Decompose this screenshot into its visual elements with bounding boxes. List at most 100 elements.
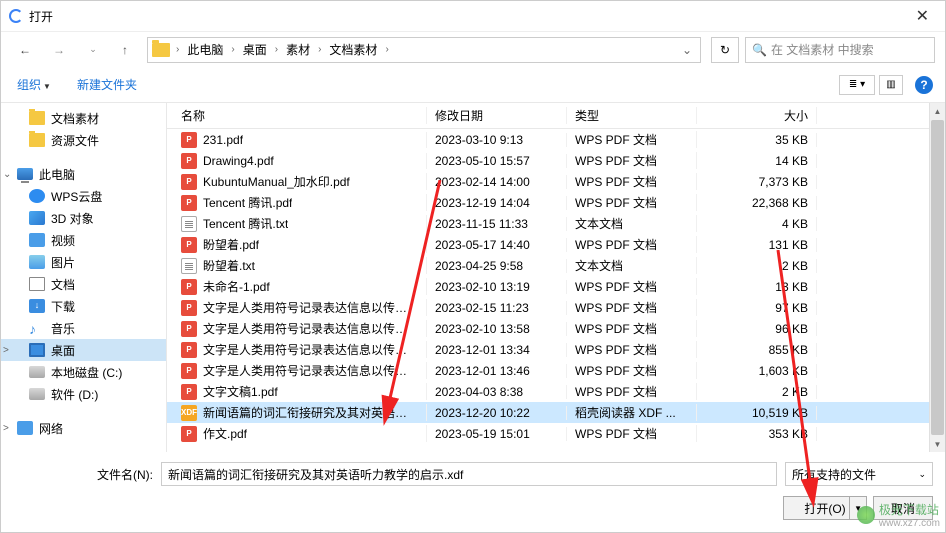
sidebar-item[interactable]: 文档 <box>1 273 166 295</box>
net-icon <box>17 421 33 435</box>
file-row[interactable]: P文字是人类用符号记录表达信息以传之久...2023-02-15 11:23WP… <box>167 297 929 318</box>
file-row[interactable]: P文字是人类用符号记录表达信息以传之久...2023-12-01 13:46WP… <box>167 360 929 381</box>
scroll-down-button[interactable]: ▼ <box>930 436 945 452</box>
file-row[interactable]: P231.pdf2023-03-10 9:13WPS PDF 文档35 KB <box>167 129 929 150</box>
sidebar-item[interactable]: 文档素材 <box>1 107 166 129</box>
search-icon: 🔍 <box>752 43 767 57</box>
file-row[interactable]: P文字是人类用符号记录表达信息以传之久...2023-02-10 13:58WP… <box>167 318 929 339</box>
file-row[interactable]: XDF 新闻语篇的词汇衔接研究及其对英语听力... 2023-12-20 10:22… <box>167 402 929 423</box>
file-type-filter[interactable]: 所有支持的文件⌄ <box>785 462 933 486</box>
nav-up-button[interactable]: ↑ <box>113 38 137 62</box>
txt-file-icon <box>181 258 197 274</box>
file-size: 22,368 KB <box>697 196 817 210</box>
refresh-button[interactable]: ↻ <box>711 37 739 63</box>
file-name: 新闻语篇的词汇衔接研究及其对英语听力... <box>203 404 418 421</box>
expand-icon[interactable]: > <box>3 423 9 434</box>
scroll-thumb[interactable] <box>931 120 944 435</box>
sidebar-item[interactable]: 资源文件 <box>1 129 166 151</box>
sidebar-item[interactable]: 软件 (D:) <box>1 383 166 405</box>
sidebar-item[interactable]: 图片 <box>1 251 166 273</box>
sidebar-item[interactable]: 本地磁盘 (C:) <box>1 361 166 383</box>
file-name: KubuntuManual_加水印.pdf <box>203 173 350 190</box>
sidebar-item[interactable]: 下载 <box>1 295 166 317</box>
expand-icon[interactable]: ⌄ <box>3 169 11 180</box>
sidebar-item[interactable]: WPS云盘 <box>1 185 166 207</box>
file-row[interactable]: 盼望着.txt2023-04-25 9:58文本文档2 KB <box>167 255 929 276</box>
breadcrumb-dropdown[interactable]: ⌄ <box>678 39 696 61</box>
scrollbar[interactable]: ▲ ▼ <box>929 103 945 452</box>
file-size: 353 KB <box>697 427 817 441</box>
file-type: 文本文档 <box>567 215 697 232</box>
file-row[interactable]: P文字文稿1.pdf2023-04-03 8:38WPS PDF 文档2 KB <box>167 381 929 402</box>
filename-input[interactable] <box>161 462 777 486</box>
file-type: WPS PDF 文档 <box>567 236 697 253</box>
disk-icon <box>29 388 45 400</box>
help-button[interactable]: ? <box>915 76 933 94</box>
nav-forward-button[interactable]: → <box>45 38 73 62</box>
view-mode-button[interactable]: ≣ ▾ <box>839 75 875 95</box>
txt-file-icon <box>181 216 197 232</box>
sidebar-item[interactable]: 3D 对象 <box>1 207 166 229</box>
file-type: WPS PDF 文档 <box>567 152 697 169</box>
pdf-file-icon: P <box>181 300 197 316</box>
sidebar-item-label: 桌面 <box>51 342 75 359</box>
sidebar-item[interactable]: ⌄此电脑 <box>1 163 166 185</box>
file-size: 131 KB <box>697 238 817 252</box>
file-date: 2023-12-20 10:22 <box>427 406 567 420</box>
column-header-size[interactable]: 大小 <box>697 107 817 124</box>
breadcrumb[interactable]: › 此电脑 › 桌面 › 素材 › 文档素材 › ⌄ <box>147 37 701 63</box>
pdf-file-icon: P <box>181 321 197 337</box>
file-date: 2023-02-10 13:19 <box>427 280 567 294</box>
breadcrumb-item[interactable]: 素材 <box>282 39 314 60</box>
file-date: 2023-05-17 14:40 <box>427 238 567 252</box>
cloud-icon <box>29 189 45 203</box>
sidebar-item[interactable]: > 桌面 <box>1 339 166 361</box>
doc-icon <box>29 277 45 291</box>
sidebar-item[interactable]: ♪音乐 <box>1 317 166 339</box>
file-row[interactable]: PTencent 腾讯.pdf2023-12-19 14:04WPS PDF 文… <box>167 192 929 213</box>
organize-button[interactable]: 组织▼ <box>13 74 55 95</box>
file-size: 1,603 KB <box>697 364 817 378</box>
sidebar-item[interactable]: > 网络 <box>1 417 166 439</box>
file-row[interactable]: PDrawing4.pdf2023-05-10 15:57WPS PDF 文档1… <box>167 150 929 171</box>
search-input[interactable]: 🔍 在 文档素材 中搜索 <box>745 37 935 63</box>
disk-icon <box>29 366 45 378</box>
breadcrumb-item[interactable]: 文档素材 <box>325 39 381 60</box>
pdf-file-icon: P <box>181 384 197 400</box>
column-header-name[interactable]: 名称 <box>167 107 427 124</box>
video-icon <box>29 233 45 247</box>
dl-icon <box>29 299 45 313</box>
filename-label: 文件名(N): <box>13 466 153 483</box>
pdf-file-icon: P <box>181 153 197 169</box>
scroll-up-button[interactable]: ▲ <box>930 103 945 119</box>
file-type: WPS PDF 文档 <box>567 173 697 190</box>
sidebar-item-label: 视频 <box>51 232 75 249</box>
app-icon <box>9 9 23 23</box>
sidebar-item-label: 文档 <box>51 276 75 293</box>
file-row[interactable]: PKubuntuManual_加水印.pdf2023-02-14 14:00WP… <box>167 171 929 192</box>
open-button[interactable]: 打开(O)▼ <box>783 496 867 520</box>
file-row[interactable]: P盼望着.pdf2023-05-17 14:40WPS PDF 文档131 KB <box>167 234 929 255</box>
close-button[interactable]: ✕ <box>908 4 937 28</box>
file-size: 7,373 KB <box>697 175 817 189</box>
nav-back-button[interactable]: ← <box>11 38 39 62</box>
preview-pane-button[interactable]: ▥ <box>879 75 903 95</box>
file-name: 未命名-1.pdf <box>203 278 270 295</box>
xdf-file-icon: XDF <box>181 405 197 421</box>
file-type: WPS PDF 文档 <box>567 362 697 379</box>
file-row[interactable]: P未命名-1.pdf2023-02-10 13:19WPS PDF 文档13 K… <box>167 276 929 297</box>
file-row[interactable]: Tencent 腾讯.txt2023-11-15 11:33文本文档4 KB <box>167 213 929 234</box>
file-row[interactable]: P作文.pdf2023-05-19 15:01WPS PDF 文档353 KB <box>167 423 929 444</box>
expand-icon[interactable]: > <box>3 345 9 356</box>
sidebar-item-label: 网络 <box>39 420 63 437</box>
file-size: 13 KB <box>697 280 817 294</box>
column-header-type[interactable]: 类型 <box>567 107 697 124</box>
nav-recent-dropdown[interactable]: ⌄ <box>79 38 107 62</box>
column-header-date[interactable]: 修改日期 <box>427 107 567 124</box>
new-folder-button[interactable]: 新建文件夹 <box>73 74 141 95</box>
breadcrumb-item[interactable]: 桌面 <box>239 39 271 60</box>
file-row[interactable]: P文字是人类用符号记录表达信息以传之久...2023-12-01 13:34WP… <box>167 339 929 360</box>
breadcrumb-item[interactable]: 此电脑 <box>183 39 227 60</box>
file-name: Tencent 腾讯.pdf <box>203 194 292 211</box>
sidebar-item[interactable]: 视频 <box>1 229 166 251</box>
